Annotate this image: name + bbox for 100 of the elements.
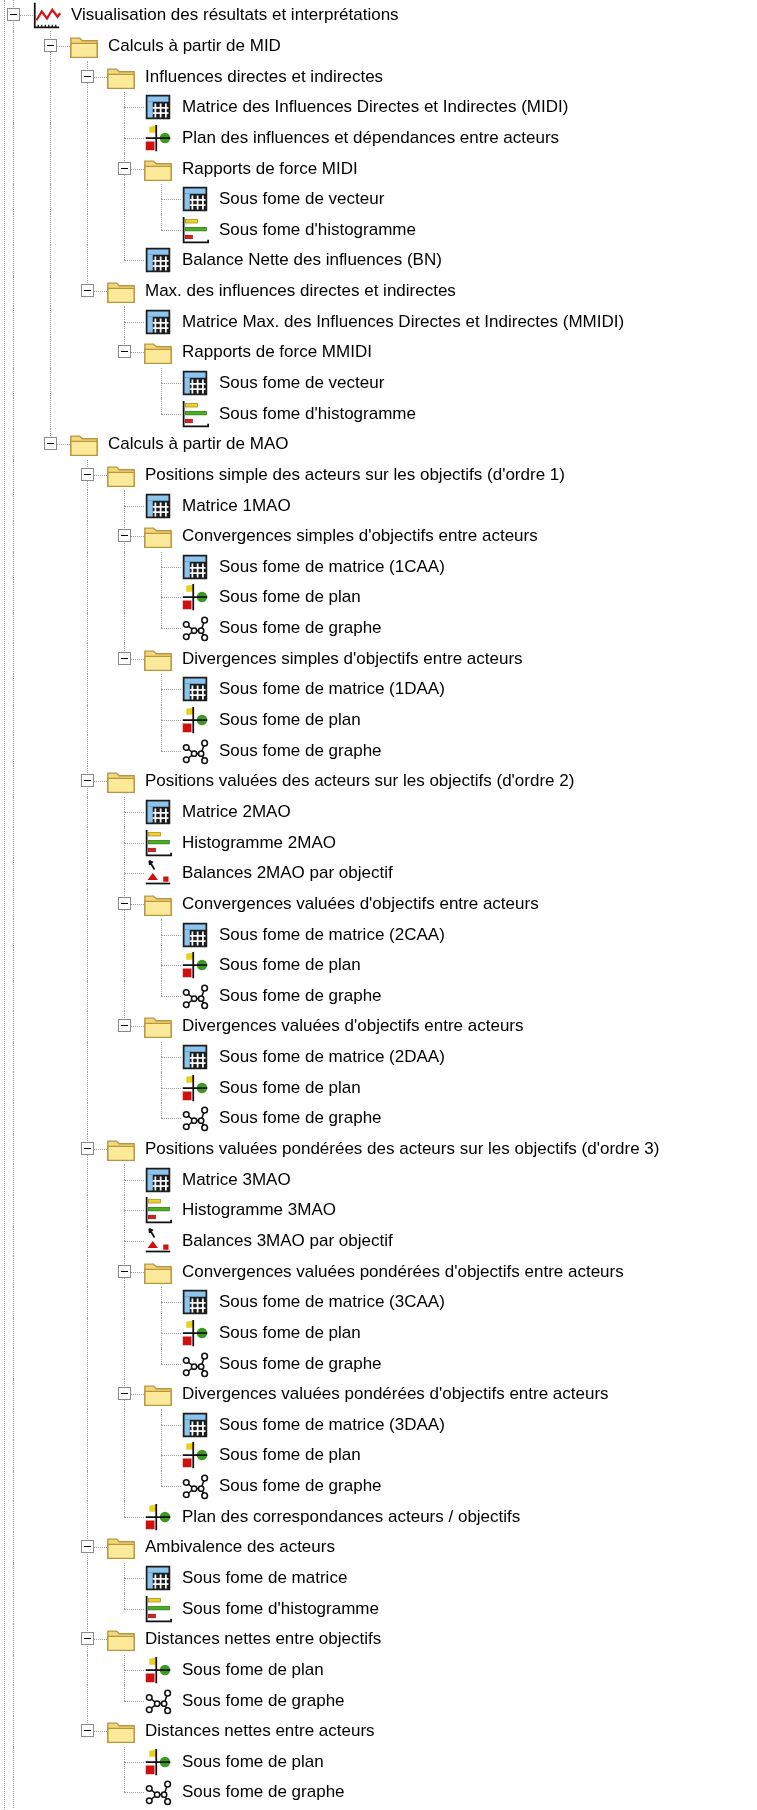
tree-item[interactable]: Convergences valuées d'objectifs entre acteurs — [180, 892, 541, 915]
collapse-toggle[interactable] — [44, 38, 57, 52]
arrow-diagram-icon — [144, 1226, 172, 1255]
tree-item[interactable]: Sous fome de matrice (3CAA) — [217, 1291, 447, 1314]
tree-item[interactable]: Balances 3MAO par objectif — [180, 1229, 395, 1252]
tree-item[interactable]: Sous fome de plan — [180, 1658, 326, 1681]
tree-item[interactable]: Sous fome de vecteur — [217, 372, 387, 394]
tree-item[interactable]: Influences directes et indirectes — [143, 65, 386, 88]
collapse-toggle[interactable] — [118, 896, 131, 910]
table-icon — [181, 920, 209, 949]
tree-item[interactable]: Sous fome de plan — [217, 1076, 363, 1099]
bar-chart-icon — [144, 1196, 172, 1225]
quadrant-chart-icon — [144, 1502, 172, 1531]
tree-item[interactable]: Calculs à partir de MID — [106, 34, 283, 57]
tree-item[interactable]: Matrice 1MAO — [180, 494, 293, 517]
collapse-toggle[interactable] — [81, 1632, 94, 1646]
collapse-toggle[interactable] — [118, 1264, 131, 1278]
line-chart-icon — [33, 1, 61, 30]
network-graph-icon — [181, 1472, 209, 1501]
table-icon — [181, 1288, 209, 1317]
table-icon — [144, 1564, 172, 1592]
collapse-toggle[interactable] — [118, 1019, 131, 1033]
network-graph-icon — [181, 1104, 209, 1133]
collapse-toggle[interactable] — [118, 529, 131, 543]
tree-item[interactable]: Sous fome de vecteur — [217, 188, 387, 211]
quadrant-chart-icon — [181, 1073, 209, 1102]
table-icon — [144, 246, 172, 275]
table-icon — [181, 369, 209, 397]
tree-item[interactable]: Sous fome de graphe — [217, 1475, 384, 1498]
tree-item[interactable]: Sous fome d'histogramme — [217, 402, 418, 425]
tree-item[interactable]: Sous fome de matrice (1DAA) — [217, 678, 447, 701]
table-icon — [181, 1043, 209, 1072]
tree-item[interactable]: Histogramme 3MAO — [180, 1199, 338, 1222]
tree-item[interactable]: Sous fome d'histogramme — [217, 218, 418, 241]
tree-item[interactable]: Sous fome de matrice (1CAA) — [217, 555, 447, 578]
tree-item[interactable]: Sous fome de matrice (2DAA) — [217, 1046, 447, 1069]
tree-item[interactable]: Balance Nette des influences (BN) — [180, 249, 444, 272]
collapse-toggle[interactable] — [81, 1724, 94, 1738]
quadrant-chart-icon — [181, 1318, 209, 1347]
collapse-toggle[interactable] — [81, 774, 94, 788]
tree-item[interactable]: Sous fome de graphe — [217, 984, 384, 1007]
collapse-toggle[interactable] — [7, 8, 20, 22]
quadrant-chart-icon — [181, 951, 209, 980]
collapse-toggle[interactable] — [118, 345, 131, 359]
tree-item[interactable]: Sous fome de plan — [217, 1321, 363, 1344]
tree-item[interactable]: Divergences valuées pondérées d'objectifs entre acteurs — [180, 1383, 611, 1406]
collapse-toggle[interactable] — [81, 69, 94, 83]
tree-item[interactable]: Positions valuées pondérées des acteurs sur les objectifs (d'ordre 3) — [143, 1138, 662, 1160]
tree-item[interactable]: Plan des correspondances acteurs / objectifs — [180, 1505, 523, 1528]
tree-item[interactable]: Sous fome de plan — [217, 1444, 363, 1467]
collapse-toggle[interactable] — [118, 161, 131, 175]
collapse-toggle[interactable] — [118, 651, 131, 665]
tree-item[interactable]: Sous fome de graphe — [217, 617, 384, 640]
collapse-toggle[interactable] — [44, 437, 57, 451]
tree-item[interactable]: Convergences valuées pondérées d'objectifs entre acteurs — [180, 1260, 626, 1283]
collapse-toggle[interactable] — [81, 1142, 94, 1155]
tree-item[interactable]: Visualisation des résultats et interprétations — [69, 4, 401, 27]
table-icon — [144, 491, 172, 520]
tree-item[interactable]: Sous fome d'histogramme — [180, 1597, 381, 1620]
tree-item[interactable]: Balances 2MAO par objectif — [180, 862, 395, 885]
collapse-toggle[interactable] — [81, 467, 94, 481]
tree-item[interactable]: Sous fome de graphe — [217, 1107, 384, 1130]
tree-item[interactable]: Histogramme 2MAO — [180, 831, 338, 854]
tree-item[interactable]: Sous fome de matrice — [180, 1567, 350, 1589]
tree-item[interactable]: Plan des influences et dépendances entre acteurs — [180, 126, 562, 149]
tree-item[interactable]: Sous fome de matrice (3DAA) — [217, 1413, 447, 1436]
tree-item[interactable]: Sous fome de graphe — [180, 1689, 347, 1712]
tree-item[interactable]: Matrice 2MAO — [180, 800, 293, 823]
tree-item[interactable]: Sous fome de graphe — [217, 1352, 384, 1375]
tree-item[interactable]: Sous fome de plan — [217, 709, 363, 732]
tree-item[interactable]: Matrice 3MAO — [180, 1168, 293, 1191]
table-icon — [181, 1410, 209, 1439]
tree-item[interactable]: Distances nettes entre objectifs — [143, 1628, 384, 1651]
collapse-toggle[interactable] — [81, 1540, 94, 1554]
tree-item[interactable]: Sous fome de graphe — [180, 1781, 347, 1804]
tree-item[interactable]: Sous fome de plan — [180, 1750, 326, 1773]
tree-item[interactable]: Rapports de force MMIDI — [180, 341, 374, 364]
tree-item[interactable]: Divergences simples d'objectifs entre acteurs — [180, 647, 525, 670]
collapse-toggle[interactable] — [81, 284, 94, 298]
tree-item[interactable]: Matrice des Influences Directes et Indirectes (MIDI) — [180, 96, 571, 119]
tree-item[interactable]: Convergences simples d'objectifs entre acteurs — [180, 525, 540, 548]
tree-item[interactable]: Rapports de force MIDI — [180, 157, 360, 180]
tree-item[interactable]: Distances nettes entre acteurs — [143, 1720, 377, 1743]
table-icon — [181, 552, 209, 581]
tree-item[interactable]: Sous fome de plan — [217, 954, 363, 977]
bar-chart-icon — [144, 828, 172, 857]
tree-item[interactable]: Calculs à partir de MAO — [106, 433, 291, 456]
tree-item[interactable]: Divergences valuées d'objectifs entre acteurs — [180, 1015, 526, 1038]
quadrant-chart-icon — [144, 123, 172, 152]
tree-item[interactable]: Max. des influences directes et indirectes — [143, 280, 458, 303]
tree-item[interactable]: Positions simple des acteurs sur les objectifs (d'ordre 1) — [143, 463, 567, 486]
tree-item[interactable]: Sous fome de matrice (2CAA) — [217, 923, 447, 946]
table-icon — [144, 93, 172, 122]
tree-item[interactable]: Sous fome de graphe — [217, 739, 384, 762]
tree-item[interactable]: Positions valuées des acteurs sur les objectifs (d'ordre 2) — [143, 770, 577, 793]
table-icon — [144, 307, 172, 336]
collapse-toggle[interactable] — [118, 1387, 131, 1401]
tree-item[interactable]: Matrice Max. des Influences Directes et Indirectes (MMIDI) — [180, 310, 627, 333]
tree-item[interactable]: Ambivalence des acteurs — [143, 1536, 337, 1559]
tree-item[interactable]: Sous fome de plan — [217, 586, 363, 609]
